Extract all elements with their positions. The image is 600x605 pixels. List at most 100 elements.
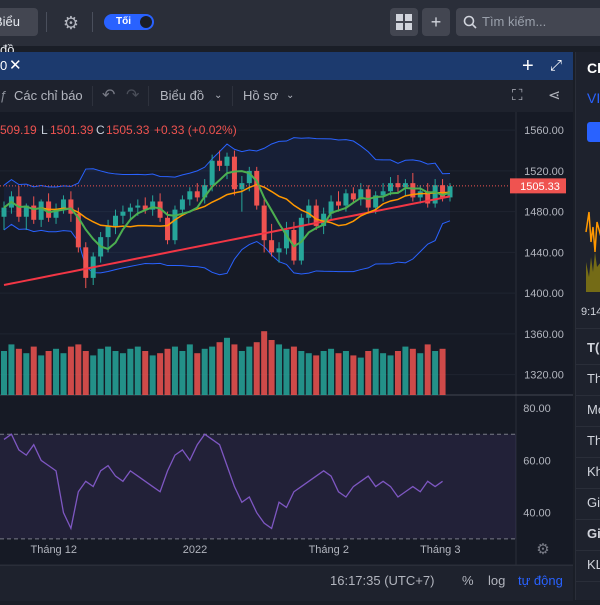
ohlc-low-label: L [41,123,48,137]
theme-toggle[interactable]: Tối [104,14,154,30]
volume-bar [127,348,134,395]
ohlc-low: 1501.39 [50,123,94,137]
redo-icon[interactable]: ↷ [126,80,139,112]
price-tick: 1560.00 [524,125,564,137]
rsi-band [0,434,516,539]
add-icon[interactable]: + [522,52,534,80]
candle-body [432,185,438,204]
divider [576,519,600,520]
auto-toggle[interactable]: tự động [518,566,563,596]
volume-bar [417,353,424,395]
chart-menu-button[interactable]: Biểu đồ [160,80,204,112]
ohlc-legend: 509.19 L 1501.39 C 1505.33 +0.33 (+0.02%… [0,123,237,137]
volume-bar [283,348,290,395]
fullscreen-icon[interactable]: ⛶ [512,80,523,112]
volume-bar [350,355,357,395]
candle-body [135,205,141,208]
layout-grid-button[interactable] [390,8,418,36]
volume-bar [394,351,401,395]
volume-bar [424,344,431,395]
candle-body [254,170,260,206]
panel-row-label: Kh [587,464,600,479]
divider [46,12,47,32]
divider [576,488,600,489]
volume-bar [179,351,186,395]
volume-bar [290,346,297,395]
divider [148,86,149,106]
mini-chart [585,211,600,292]
divider [576,364,600,365]
chart-svg[interactable]: 1560.00 1520.00 1480.00 1440.00 1400.00 1360.… [0,112,573,600]
undo-icon[interactable]: ↶ [102,80,115,112]
ohlc-close: 1505.33 [106,123,150,137]
close-icon[interactable]: ✕ [9,52,22,80]
profile-menu-button[interactable]: Hồ sơ [243,80,278,112]
divider [576,550,600,551]
panel-subtitle[interactable]: VI [587,90,600,106]
candle-body [120,211,126,216]
candle-body [194,191,200,198]
percent-toggle[interactable]: % [462,566,474,596]
candle-body [269,240,275,253]
volume-bar [53,348,60,395]
volume-bar [276,344,283,395]
time-tick: Tháng 3 [420,544,460,556]
volume-bar [45,351,52,395]
volume-bar [298,351,305,395]
symbol-name[interactable]: 0 [0,52,7,80]
search-input[interactable]: Tìm kiếm... [456,8,600,36]
panel-action-button[interactable] [587,122,600,142]
candle-body [231,156,237,190]
price-tick: 1400.00 [524,288,564,300]
grid-icon [396,14,412,30]
candle-body [336,201,341,206]
time-tick: Tháng 2 [309,544,349,556]
gear-icon[interactable]: ⚙ [60,12,82,34]
divider [576,581,600,582]
chart-area[interactable]: 1560.00 1520.00 1480.00 1440.00 1400.00 1360.… [0,112,573,600]
volume-bar [402,346,409,395]
indicators-button[interactable]: Các chỉ báo [14,80,83,112]
volume-bar [409,348,416,395]
price-tick: 1480.00 [524,207,564,219]
divider [576,328,600,329]
panel-row-label: Th [587,371,600,386]
clock: 16:17:35 (UTC+7) [330,573,435,588]
volume-bar [105,346,112,395]
volume-bar [320,351,327,395]
volume-bar [313,355,320,395]
right-panel: Cl VI 9:14 T(Th Mở Th Kh Gia Gi KL [575,52,600,600]
volume-bar [97,348,104,395]
add-chart-button[interactable]: + [422,8,450,36]
ohlc-open: 509.19 [0,123,37,137]
settings-icon[interactable]: ⚙ [536,541,549,558]
candle-body [217,160,223,166]
volume-bar [134,346,141,395]
panel-row-label: T( [587,340,600,355]
volume-bar [432,351,439,395]
candle-body [113,215,118,226]
search-placeholder: Tìm kiếm... [482,14,547,29]
log-toggle[interactable]: log [488,566,505,596]
candle-body [261,205,267,241]
search-icon [463,15,477,29]
volume-bar [30,346,37,395]
panel-title: Cl [587,60,600,76]
volume-bar [439,348,446,395]
volume-bar [365,351,372,395]
volume-bar [372,348,379,395]
rsi-tick: 80.00 [523,403,551,415]
chevron-down-icon: ⌄ [286,90,295,101]
volume-bar [38,355,45,395]
volume-bar [268,340,275,395]
candle-body [395,183,401,188]
indicators-icon[interactable]: ƒ [0,80,7,112]
candle-body [306,205,312,218]
chart-tab[interactable]: Biểu đồ [0,8,38,57]
rsi-tick: 40.00 [523,508,551,520]
share-icon[interactable]: ⋖ [548,80,561,112]
volume-bar [328,348,335,395]
volume-bar [90,355,97,395]
expand-icon[interactable]: ⤢ [550,52,562,80]
volume-bar [186,344,193,395]
